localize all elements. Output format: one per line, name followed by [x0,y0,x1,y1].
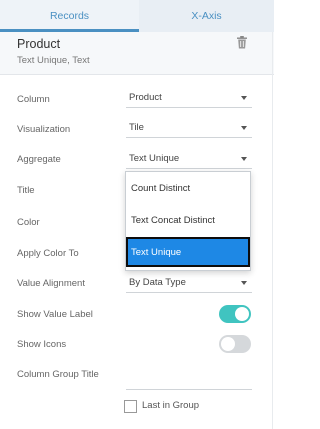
color-label: Color [17,217,40,228]
apply-color-to-label: Apply Color To [17,248,79,259]
visualization-select[interactable]: Tile [126,119,252,138]
panel-border [272,32,273,429]
aggregate-dropdown-menu: Count Distinct Text Concat Distinct Text… [125,171,251,271]
column-value: Product [129,92,162,103]
visualization-value: Tile [129,122,144,133]
aggregate-option-label: Text Unique [131,247,182,258]
aggregate-option-selected[interactable]: Text Unique [126,237,250,267]
caret-down-icon [241,126,247,130]
column-group-title-label: Column Group Title [17,369,99,380]
column-group-title-input[interactable] [126,389,252,390]
aggregate-option[interactable]: Text Concat Distinct [126,205,250,235]
field-title: Product [17,37,61,51]
aggregate-select[interactable]: Text Unique [126,150,252,169]
column-label: Column [17,94,50,105]
toggle-knob [221,337,235,351]
tab-records[interactable]: Records [0,0,139,32]
show-value-label-label: Show Value Label [17,309,93,320]
show-value-label-toggle[interactable] [219,305,251,323]
value-alignment-select[interactable]: By Data Type [126,274,252,293]
show-icons-label: Show Icons [17,339,67,350]
toggle-knob [235,307,249,321]
caret-down-icon [241,157,247,161]
caret-down-icon [241,281,247,285]
trash-icon[interactable] [236,36,248,49]
aggregate-option[interactable]: Count Distinct [126,173,250,203]
tab-bar: Records X-Axis [0,0,274,32]
caret-down-icon [241,96,247,100]
last-in-group-checkbox[interactable] [124,400,137,413]
aggregate-option-label: Count Distinct [131,183,191,194]
column-select[interactable]: Product [126,89,252,108]
aggregate-option-label: Text Concat Distinct [131,215,215,226]
show-icons-toggle[interactable] [219,335,251,353]
value-alignment-label: Value Alignment [17,278,85,289]
title-label: Title [17,185,35,196]
aggregate-label: Aggregate [17,154,61,165]
field-header: Product Text Unique, Text [0,32,274,75]
field-subtitle: Text Unique, Text [17,55,90,66]
tab-x-axis[interactable]: X-Axis [139,0,274,32]
value-alignment-value: By Data Type [129,277,186,288]
aggregate-value: Text Unique [129,153,180,164]
last-in-group-label: Last in Group [142,400,200,411]
visualization-label: Visualization [17,124,71,135]
